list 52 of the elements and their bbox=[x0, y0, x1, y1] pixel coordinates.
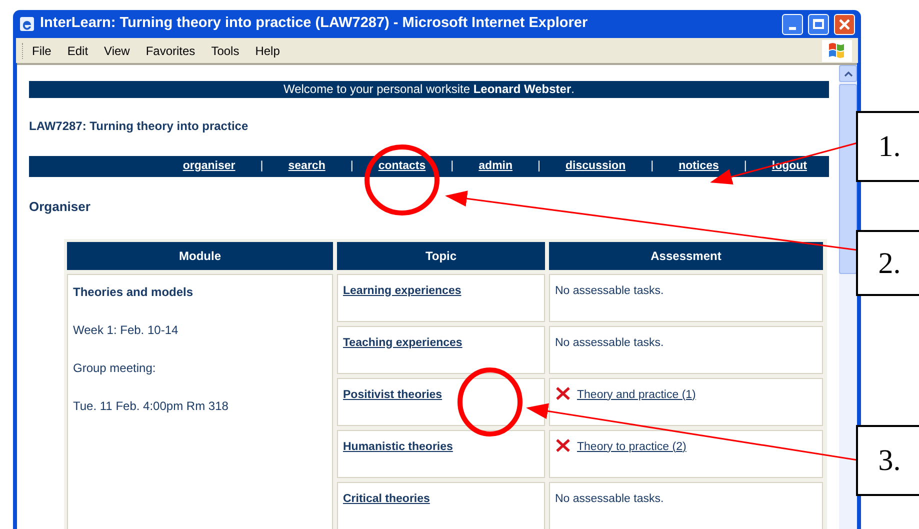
menu-item[interactable]: Help bbox=[255, 42, 280, 60]
nav-separator: | bbox=[538, 158, 541, 174]
assessment-status: No assessable tasks. bbox=[555, 284, 664, 298]
nav-separator: | bbox=[450, 158, 454, 174]
menu-item[interactable]: Favorites bbox=[146, 42, 196, 60]
assessment-status: No assessable tasks. bbox=[555, 492, 664, 506]
cross-icon bbox=[555, 386, 571, 400]
module-detail: Tue. 11 Feb. 4:00pm Rm 318 bbox=[73, 398, 230, 414]
menu-item[interactable]: Edit bbox=[67, 42, 88, 60]
topic-link[interactable]: Positivist theories bbox=[343, 388, 442, 400]
scroll-up-button[interactable] bbox=[839, 65, 857, 82]
nav-separator: | bbox=[260, 158, 264, 174]
nav-link[interactable]: notices bbox=[678, 158, 719, 176]
topic-link[interactable]: Humanistic theories bbox=[343, 440, 453, 452]
close-icon bbox=[839, 18, 850, 30]
assessment-status: No assessable tasks. bbox=[555, 336, 664, 350]
menu-item[interactable]: Tools bbox=[211, 42, 240, 60]
menu-item[interactable]: View bbox=[104, 42, 130, 60]
assessment-link[interactable]: Theory to practice (2) bbox=[577, 438, 686, 456]
window-title: InterLearn: Turning theory into practice (LAW7287) - Microsoft Internet Explorer bbox=[40, 14, 589, 34]
browser-icon bbox=[19, 16, 35, 32]
section-heading: Organiser bbox=[29, 198, 92, 216]
nav-separator: | bbox=[350, 158, 354, 174]
nav-link[interactable]: admin bbox=[478, 158, 513, 176]
maximize-button[interactable] bbox=[808, 14, 829, 34]
nav-link[interactable]: contacts bbox=[378, 158, 426, 176]
scrollbar-thumb[interactable] bbox=[839, 84, 857, 274]
topic-link[interactable]: Critical theories bbox=[343, 492, 430, 504]
nav-separator: | bbox=[744, 158, 747, 174]
callout-label: 1. bbox=[856, 111, 919, 182]
column-header: Topic bbox=[337, 242, 545, 270]
close-button[interactable] bbox=[834, 14, 855, 34]
nav-separator: | bbox=[650, 158, 654, 174]
highlight-circle bbox=[458, 368, 522, 436]
assessment-link[interactable]: Theory and practice (1) bbox=[577, 386, 696, 404]
nav-link[interactable]: discussion bbox=[566, 158, 626, 176]
topic-link[interactable]: Learning experiences bbox=[343, 284, 462, 296]
topic-link[interactable]: Teaching experiences bbox=[343, 336, 462, 348]
module-title: Theories and models bbox=[73, 284, 194, 300]
cross-icon bbox=[555, 438, 571, 452]
column-header: Module bbox=[67, 242, 333, 270]
minimize-button[interactable] bbox=[782, 14, 803, 34]
menu-item[interactable]: File bbox=[32, 42, 52, 60]
nav-link[interactable]: organiser bbox=[182, 158, 236, 176]
nav-link[interactable]: search bbox=[288, 158, 326, 176]
welcome-banner: Welcome to your personal worksite Leonard Webster. bbox=[29, 81, 829, 98]
column-header: Assessment bbox=[549, 242, 823, 270]
module-detail: Week 1: Feb. 10-14 bbox=[73, 322, 180, 338]
callout-label: 3. bbox=[856, 425, 919, 496]
module-detail: Group meeting: bbox=[73, 360, 157, 376]
callout-label: 2. bbox=[856, 230, 919, 296]
course-title: LAW7287: Turning theory into practice bbox=[29, 118, 250, 135]
